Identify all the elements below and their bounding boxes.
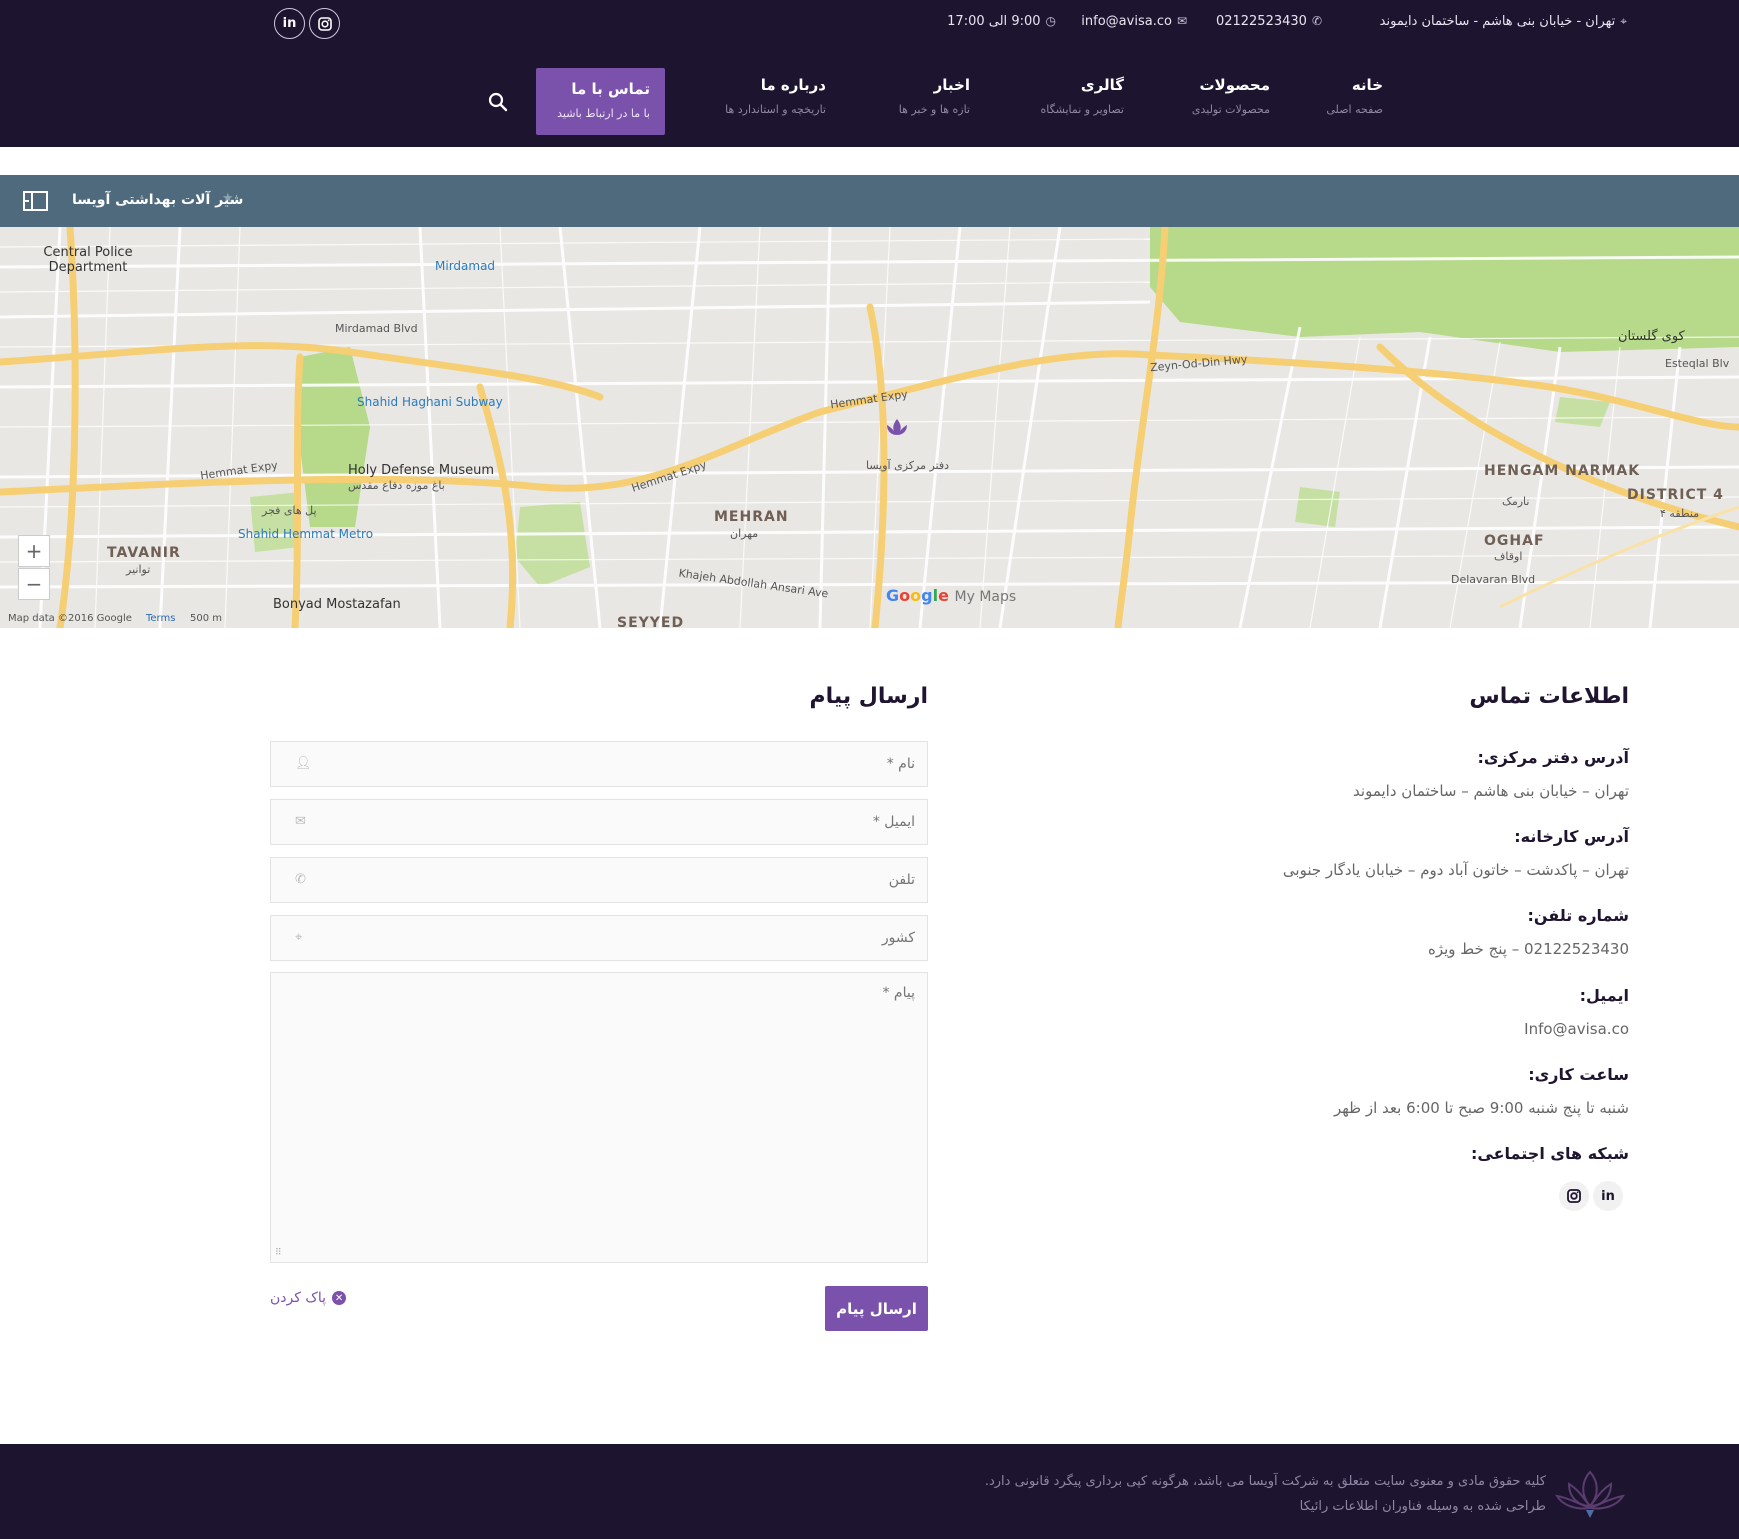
location-icon: ⌖ (1620, 14, 1627, 28)
phone-icon: ✆ (295, 872, 306, 887)
social-label: شبکه های اجتماعی: (1471, 1144, 1629, 1163)
map-label-office: دفتر مرکزی آویسا (866, 459, 950, 472)
email-label: ایمیل: (1579, 986, 1629, 1005)
site-footer: کلیه حقوق مادی و معنوی سایت متعلق به شرک… (0, 1444, 1739, 1539)
office-address-label: آدرس دفتر مرکزی: (1477, 748, 1629, 767)
footer-copyright: کلیه حقوق مادی و معنوی سایت متعلق به شرک… (984, 1474, 1546, 1489)
map-label-seyyed: SEYYED (617, 615, 685, 628)
map-label-holy-defense-fa: باغ موزه دفاع مقدس (348, 479, 445, 492)
phone-icon: ✆ (1311, 14, 1322, 28)
map-label-district: DISTRICT 4 (1627, 487, 1724, 503)
site-header: ⌖تهران - خیابان بنی هاشم - ساختمان دایمو… (0, 0, 1739, 147)
form-title: ارسال پیام (809, 684, 928, 709)
map-label-oghaf-fa: اوقاف (1494, 550, 1523, 563)
breadcrumb: شیر آلات بهداشتی آویسا ★ (0, 175, 1739, 227)
top-email[interactable]: ✉info@avisa.co (1081, 14, 1187, 29)
nav-products[interactable]: محصولات محصولات تولیدی (1192, 76, 1270, 116)
google-my-maps-logo: Google My Maps (886, 586, 1017, 605)
envelope-icon: ✉ (1176, 14, 1187, 28)
star-icon: ★ (222, 191, 234, 206)
top-hours: ◷9:00 الی 17:00 (947, 14, 1056, 29)
instagram-icon[interactable] (1559, 1181, 1589, 1211)
contact-info-title: اطلاعات تماس (1469, 684, 1629, 709)
phone-label: شماره تلفن: (1527, 906, 1629, 925)
email-input[interactable] (271, 800, 927, 844)
map-label-bonyad: Bonyad Mostazafan (273, 597, 401, 612)
email-value[interactable]: Info@avisa.co (1524, 1020, 1629, 1038)
map-label-mirdamad: Mirdamad (435, 259, 496, 273)
map-label-oghaf: OGHAF (1484, 533, 1545, 549)
footer-designer[interactable]: طراحی شده به وسیله فناوران اطلاعات رائیک… (1300, 1499, 1546, 1514)
map-label-district-fa: منطقه ۴ (1660, 507, 1700, 520)
country-field[interactable]: ⌖ (270, 915, 928, 961)
envelope-icon: ✉ (295, 814, 306, 829)
message-input[interactable] (271, 973, 927, 1262)
top-bar: ⌖تهران - خیابان بنی هاشم - ساختمان دایمو… (0, 0, 1739, 46)
instagram-icon[interactable] (309, 8, 340, 39)
map-label-tavanir-fa: توانیر (126, 563, 151, 576)
phone-value: 02122523430 – پنج خط ویژه (1427, 940, 1629, 958)
map-attribution: Map data ©2016 Google (8, 613, 132, 624)
map-label-hengam: HENGAM NARMAK (1484, 463, 1641, 479)
map-label-golestan: کوی گلستان (1618, 329, 1685, 344)
breadcrumb-current[interactable]: شیر آلات بهداشتی آویسا (72, 192, 243, 208)
location-icon: ⌖ (295, 930, 303, 945)
zoom-in-button[interactable]: + (18, 535, 50, 567)
message-field[interactable]: ⠿ (270, 972, 928, 1263)
map-label-delavaran: Delavaran Blvd (1451, 573, 1536, 586)
submit-button[interactable]: ارسال پیام (825, 1286, 928, 1331)
map-label-esteqlal: Esteqlal Blv (1665, 357, 1730, 370)
map-scale: 500 m (190, 613, 223, 624)
map-label-mirdamad-blvd: Mirdamad Blvd (335, 322, 418, 335)
map-label-hengam-fa: نارمک (1502, 495, 1530, 508)
map-terms-link[interactable]: Terms (146, 613, 175, 624)
zoom-out-button[interactable]: − (18, 568, 50, 600)
map-label-haghani: Shahid Haghani Subway (357, 395, 503, 409)
clock-icon: ◷ (1045, 14, 1056, 28)
search-icon[interactable] (487, 91, 509, 113)
lotus-logo-icon (1553, 1466, 1627, 1520)
nav-news[interactable]: اخبار تازه ها و خبر ها (899, 76, 970, 116)
factory-address-value: تهران – پاکدشت – خاتون آباد دوم – خیابان… (1282, 861, 1629, 879)
nav-about[interactable]: درباره ما تاریخچه و استاندارد ها (725, 76, 826, 116)
google-map[interactable]: Central Police Department Mirdamad Mirda… (0, 227, 1739, 628)
map-label-holy-defense: Holy Defense Museum (348, 463, 495, 478)
linkedin-icon[interactable]: in (274, 8, 305, 39)
email-field[interactable]: ✉ (270, 799, 928, 845)
close-icon: ✕ (332, 1291, 347, 1305)
resize-handle-icon[interactable]: ⠿ (275, 1248, 282, 1258)
hours-label: ساعت کاری: (1528, 1065, 1629, 1084)
name-field[interactable]: 👤︎ (270, 741, 928, 787)
nav-contact[interactable]: تماس با ما با ما در ارتباط باشید (536, 68, 665, 135)
office-address-value: تهران – خیابان بنی هاشم – ساختمان دایمون… (1353, 782, 1629, 800)
sidebar-toggle-icon[interactable] (22, 190, 49, 212)
top-address: ⌖تهران - خیابان بنی هاشم - ساختمان دایمو… (1379, 14, 1627, 29)
map-label-pol-fajr: پل های فجر (262, 504, 317, 517)
nav-home[interactable]: خانه صفحه اصلی (1326, 76, 1383, 116)
map-label-mehran: MEHRAN (714, 509, 789, 525)
name-input[interactable] (271, 742, 927, 786)
country-input[interactable] (271, 916, 927, 960)
map-label-hemmat-metro: Shahid Hemmat Metro (238, 527, 374, 541)
clear-button[interactable]: ✕ پاک کردن (270, 1290, 347, 1306)
phone-input[interactable] (271, 858, 927, 902)
user-icon: 👤︎ (295, 756, 312, 771)
linkedin-icon[interactable]: in (1593, 1181, 1623, 1211)
map-canvas (0, 227, 1739, 628)
nav-gallery[interactable]: گالری تصاویر و نمایشگاه (1040, 76, 1124, 116)
phone-field[interactable]: ✆ (270, 857, 928, 903)
hours-value: شنبه تا پنج شنبه 9:00 صبح تا 6:00 بعد از… (1333, 1099, 1629, 1117)
map-label-police: Central Police Department (43, 245, 133, 275)
map-label-tavanir: TAVANIR (107, 545, 181, 561)
factory-address-label: آدرس کارخانه: (1514, 827, 1629, 846)
top-phone[interactable]: ✆02122523430 (1216, 14, 1322, 29)
map-label-mehran-fa: مهران (730, 527, 759, 540)
